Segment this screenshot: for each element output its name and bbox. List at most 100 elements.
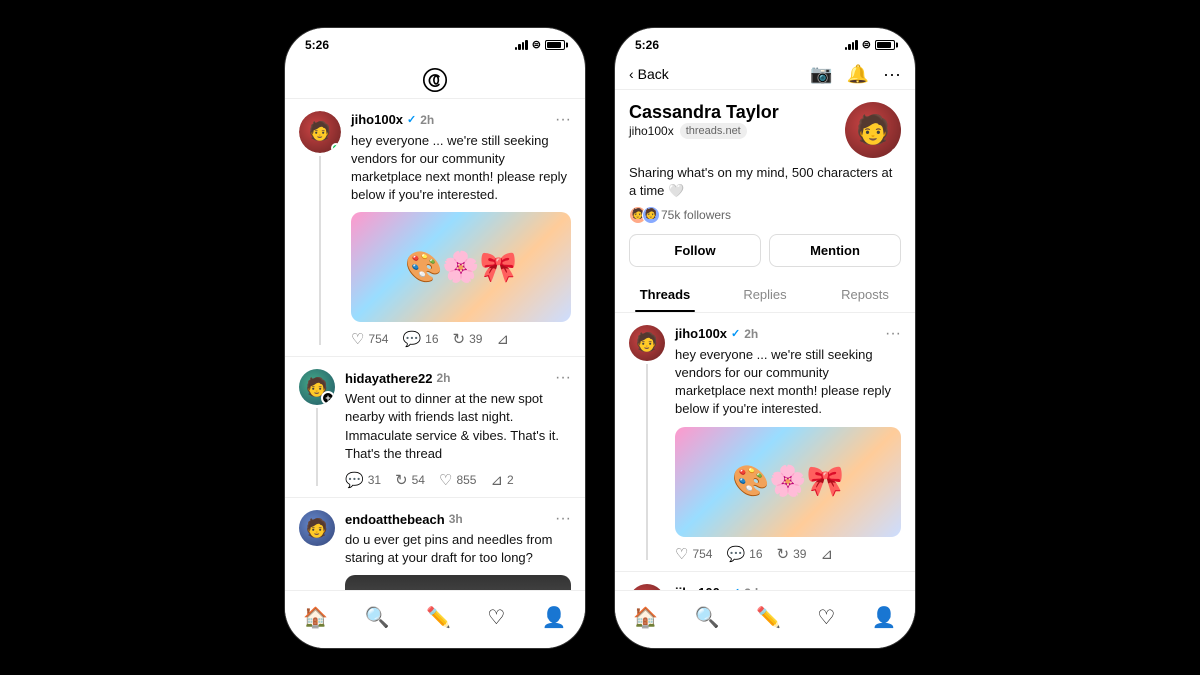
post-content-1: jiho100x ✓ 2h ··· hey everyone ... we're…	[351, 111, 571, 349]
post-time-3: 3h	[449, 512, 463, 526]
feed-scroll[interactable]: 🧑 jiho100x ✓ 2h ··· hey everyone .	[285, 99, 585, 590]
nav-profile-2[interactable]: 👤	[864, 601, 905, 634]
profile-comment-icon-1: 💬	[726, 545, 745, 563]
post-user-3: endoatthebeach 3h	[345, 512, 463, 527]
nav-compose-1[interactable]: ✏️	[418, 601, 459, 634]
post-time-1: 2h	[420, 113, 434, 127]
profile-bio: Sharing what's on my mind, 500 character…	[629, 164, 901, 200]
repost-btn-2[interactable]: ↻ 54	[395, 471, 425, 489]
nav-home-2[interactable]: 🏠	[625, 601, 666, 634]
nav-search-2[interactable]: 🔍	[687, 601, 728, 634]
post-text-1: hey everyone ... we're still seeking ven…	[351, 132, 571, 205]
bell-icon[interactable]: 🔔	[847, 64, 869, 85]
like-count-1: 754	[368, 332, 388, 346]
battery-icon-2	[875, 40, 895, 50]
post-more-3[interactable]: ···	[555, 510, 571, 528]
profile-avatar-col-1: 🧑	[629, 325, 665, 563]
repost-count-1: 39	[469, 332, 482, 346]
battery-icon-1	[545, 40, 565, 50]
heart-icon-1: ♡	[351, 330, 364, 348]
instagram-icon[interactable]: 📷	[810, 64, 832, 85]
profile-header-bar: ‹ Back 📷 🔔 ···	[615, 58, 915, 90]
like-btn-2[interactable]: ♡ 855	[439, 471, 476, 489]
status-bar-2: 5:26 ⊜	[615, 28, 915, 58]
profile-like-count-1: 754	[692, 547, 712, 561]
post-more-1[interactable]: ···	[555, 111, 571, 129]
follow-button[interactable]: Follow	[629, 234, 761, 267]
like-btn-1[interactable]: ♡ 754	[351, 330, 388, 348]
nav-likes-1[interactable]: ♡	[479, 601, 513, 634]
back-chevron: ‹	[629, 66, 634, 82]
phone2-content: Cassandra Taylor jiho100x threads.net 🧑 …	[615, 90, 915, 648]
nav-profile-1[interactable]: 👤	[534, 601, 575, 634]
nav-compose-2[interactable]: ✏️	[748, 601, 789, 634]
post-content-2: hidayathere22 2h ··· Went out to dinner …	[345, 369, 571, 489]
post-text-2: Went out to dinner at the new spot nearb…	[345, 390, 571, 463]
plus-badge-2: +	[321, 391, 335, 405]
mention-button[interactable]: Mention	[769, 234, 901, 267]
profile-domain: threads.net	[680, 123, 747, 139]
header-icons: 📷 🔔 ···	[810, 64, 901, 85]
profile-feed[interactable]: 🧑 jiho100x ✓ 2h ··· hey everyone ... we'…	[615, 313, 915, 590]
profile-comment-count-1: 16	[749, 547, 762, 561]
extra-count-2: 2	[507, 473, 514, 487]
back-button[interactable]: ‹ Back	[629, 66, 669, 82]
profile-top: Cassandra Taylor jiho100x threads.net 🧑	[629, 102, 901, 158]
post-header-1: jiho100x ✓ 2h ···	[351, 111, 571, 129]
post-image-moon: 🔇	[345, 575, 571, 589]
more-icon[interactable]: ···	[883, 64, 901, 85]
avatar-col-1: 🧑	[299, 111, 341, 349]
post-content-3: endoatthebeach 3h ··· do u ever get pins…	[345, 510, 571, 590]
follower-avatars: 🧑 🧑	[629, 206, 655, 224]
tab-threads[interactable]: Threads	[615, 277, 715, 312]
profile-buttons: Follow Mention	[629, 234, 901, 267]
post-more-2[interactable]: ···	[555, 369, 571, 387]
profile-post-header-1: jiho100x ✓ 2h ···	[675, 325, 901, 343]
nav-search-1[interactable]: 🔍	[357, 601, 398, 634]
flag-icon-2: ⊿	[490, 471, 503, 489]
profile-thread-line-1	[646, 364, 648, 560]
wifi-icon-2: ⊜	[862, 38, 871, 51]
status-time-1: 5:26	[305, 38, 329, 52]
profile-post-more-1[interactable]: ···	[885, 325, 901, 343]
share-btn-1[interactable]: ⊿	[496, 330, 509, 348]
repost-icon-1: ↻	[453, 330, 466, 348]
comment-count-1: 16	[425, 332, 438, 346]
tab-reposts[interactable]: Reposts	[815, 277, 915, 312]
profile-share-1[interactable]: ⊿	[820, 545, 833, 563]
username-1: jiho100x	[351, 112, 403, 127]
tab-replies[interactable]: Replies	[715, 277, 815, 312]
repost-count-2: 54	[412, 473, 425, 487]
profile-comment-1[interactable]: 💬 16	[726, 545, 762, 563]
back-label: Back	[638, 66, 669, 82]
comment-btn-1[interactable]: 💬 16	[402, 330, 438, 348]
profile-handle-row: jiho100x threads.net	[629, 123, 779, 139]
phone-feed: 5:26 ⊜ 🧑	[285, 28, 585, 648]
profile-handle: jiho100x	[629, 124, 674, 138]
profile-name-col: Cassandra Taylor jiho100x threads.net	[629, 102, 779, 139]
bottom-nav-1: 🏠 🔍 ✏️ ♡ 👤	[285, 590, 585, 648]
post-user-2: hidayathere22 2h	[345, 371, 450, 386]
nav-likes-2[interactable]: ♡	[809, 601, 843, 634]
profile-like-1[interactable]: ♡ 754	[675, 545, 712, 563]
extra-btn-2[interactable]: ⊿ 2	[490, 471, 513, 489]
profile-share-icon-1: ⊿	[820, 545, 833, 563]
phone1-content: 🧑 jiho100x ✓ 2h ··· hey everyone .	[285, 99, 585, 648]
crafts-image: 🎨🌸🎀	[351, 212, 571, 322]
post-3: 🧑 endoatthebeach 3h ··· do u ever get pi…	[285, 498, 585, 590]
followers-row: 🧑 🧑 75k followers	[629, 206, 901, 224]
comment-btn-2[interactable]: 💬 31	[345, 471, 381, 489]
comment-icon-2: 💬	[345, 471, 364, 489]
avatar-endo: 🧑	[299, 510, 335, 546]
repost-btn-1[interactable]: ↻ 39	[453, 330, 483, 348]
profile-post-avatar-1: 🧑	[629, 325, 665, 361]
status-icons-2: ⊜	[845, 38, 895, 51]
username-2: hidayathere22	[345, 371, 432, 386]
profile-repost-1[interactable]: ↻ 39	[777, 545, 807, 563]
nav-home-1[interactable]: 🏠	[295, 601, 336, 634]
avatar-col-3: 🧑	[299, 510, 335, 590]
profile-repost-icon-1: ↻	[777, 545, 790, 563]
verified-badge-1: ✓	[407, 113, 416, 126]
heart-icon-2: ♡	[439, 471, 452, 489]
username-3: endoatthebeach	[345, 512, 445, 527]
